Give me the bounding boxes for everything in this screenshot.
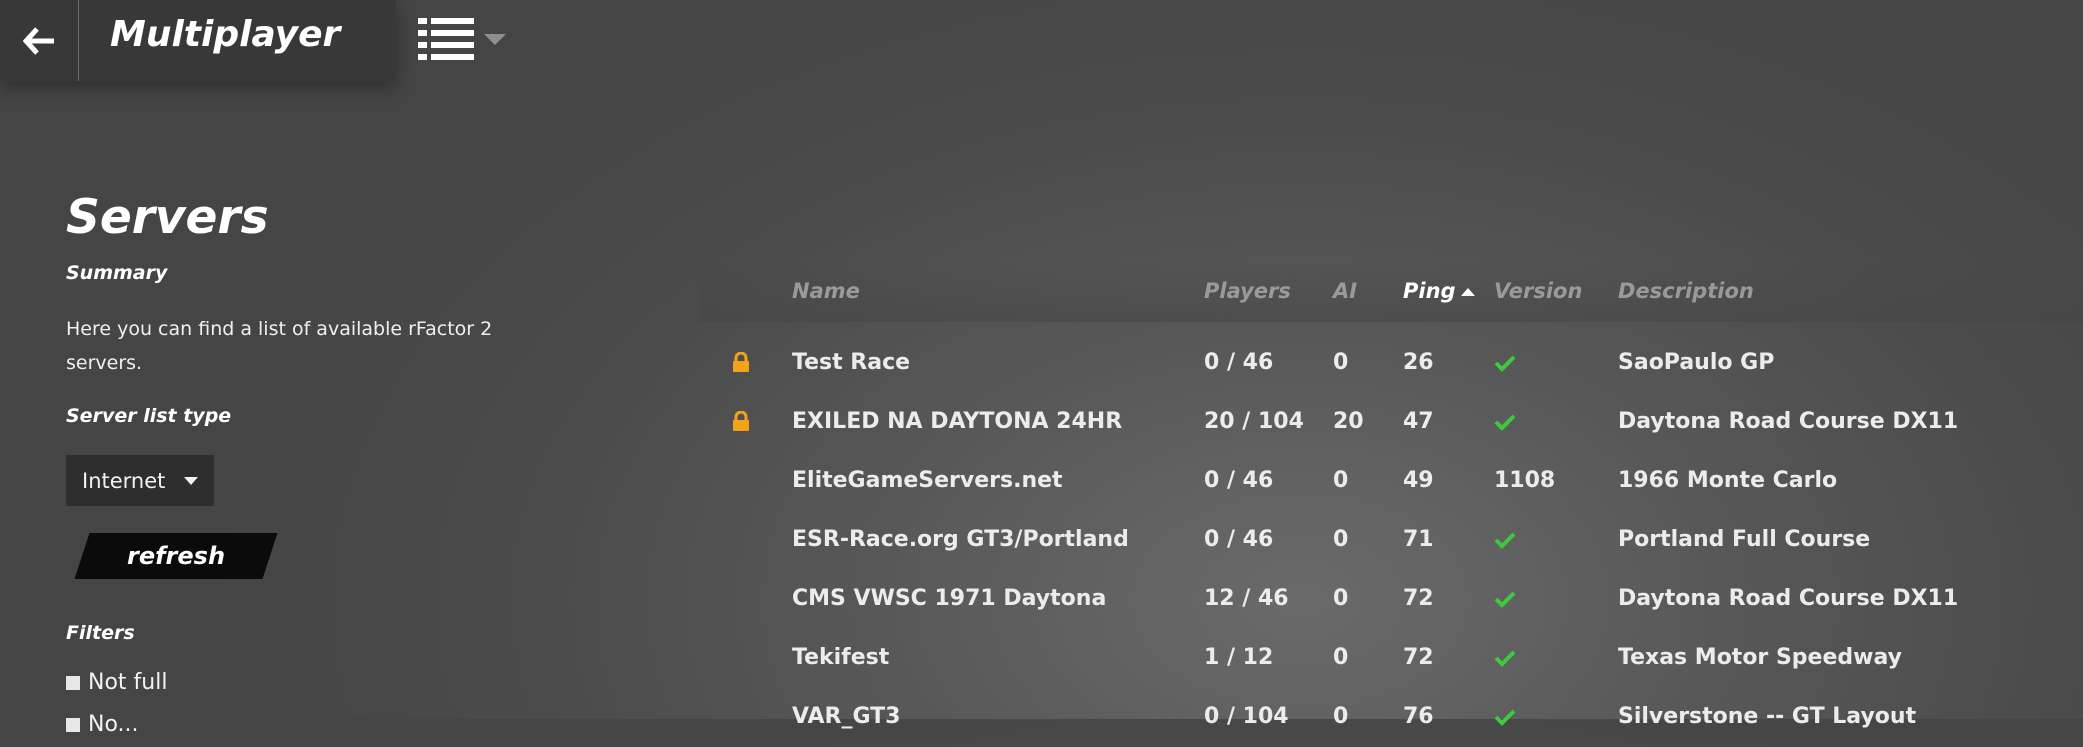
server-name: VAR_GT3 [792,704,901,729]
server-ai: 20 [1333,409,1364,434]
server-name: Test Race [792,350,911,375]
table-row[interactable]: Test Race 0 / 46 0 26 SaoPaulo GP [700,334,2083,393]
server-list-type-value: Internet [82,468,166,493]
column-header-version[interactable]: Version [1494,279,1582,303]
check-icon [1494,650,1516,667]
server-version: 1108 [1494,468,1556,493]
view-toggle-button[interactable] [418,18,510,60]
refresh-button[interactable]: refresh [74,533,278,579]
check-icon [1494,532,1516,549]
check-icon [1494,591,1516,608]
column-header-ping[interactable]: Ping [1403,279,1475,303]
sort-ascending-icon [1460,288,1475,296]
server-description: Portland Full Course [1618,527,1871,552]
check-icon [1494,414,1516,431]
server-ping: 71 [1403,527,1434,552]
top-bar: Multiplayer [0,0,396,81]
column-header-ai[interactable]: AI [1333,279,1357,303]
server-description: SaoPaulo GP [1618,350,1775,375]
check-icon [1494,355,1516,372]
column-header-players[interactable]: Players [1204,279,1291,303]
summary-text: Here you can find a list of available rF… [66,318,493,374]
summary-label: Summary [66,262,168,284]
table-header [700,262,2083,322]
server-name: Tekifest [792,645,890,670]
server-players: 20 / 104 [1204,409,1304,434]
table-row[interactable]: EXILED NA DAYTONA 24HR 20 / 104 20 47 Dayton… [700,393,2083,452]
column-header-name[interactable]: Name [792,279,860,303]
table-row[interactable]: CMS VWSC 1971 Daytona 12 / 46 0 72 Daytona R… [700,570,2083,629]
back-button[interactable] [0,0,78,81]
server-ping: 47 [1403,409,1434,434]
filter-label: Not full [88,670,168,695]
server-ping: 49 [1403,468,1434,493]
server-ping: 72 [1403,645,1434,670]
table-row[interactable]: Tekifest 1 / 12 0 72 Texas Motor Speedway [700,629,2083,688]
lock-icon [733,352,749,372]
check-icon [1494,709,1516,726]
server-list-type-label: Server list type [66,405,232,427]
server-name: CMS VWSC 1971 Daytona [792,586,1107,611]
server-list-type-select[interactable]: Internet [66,455,214,506]
server-players: 0 / 46 [1204,468,1274,493]
table-row[interactable]: EliteGameServers.net 0 / 46 0 49 1108 1966 Mo… [700,452,2083,511]
server-ping: 26 [1403,350,1434,375]
server-ping: 72 [1403,586,1434,611]
checkbox[interactable] [66,675,80,690]
filter-not-full[interactable]: Not full [66,670,167,695]
filter-second[interactable]: No... [66,712,139,737]
server-ai: 0 [1333,645,1349,670]
table-row[interactable]: VAR_GT3 0 / 104 0 76 Silverstone -- GT Layou… [700,688,2083,747]
server-players: 12 / 46 [1204,586,1289,611]
column-header-ping-label: Ping [1403,279,1456,303]
server-ai: 0 [1333,350,1349,375]
server-description: Texas Motor Speedway [1618,645,1902,670]
server-name: EXILED NA DAYTONA 24HR [792,409,1123,434]
filters-label: Filters [66,622,135,644]
arrow-left-icon [23,26,54,55]
server-name: ESR-Race.org GT3/Portland [792,527,1129,552]
filter-label: No... [88,712,139,737]
server-ai: 0 [1333,527,1349,552]
chevron-down-icon [184,477,198,485]
server-description: Silverstone -- GT Layout [1618,704,1917,729]
server-players: 0 / 46 [1204,350,1274,375]
checkbox[interactable] [66,717,80,732]
server-players: 0 / 104 [1204,704,1289,729]
server-ai: 0 [1333,468,1349,493]
chevron-down-icon [484,33,506,45]
section-title: Servers [66,190,269,245]
column-header-description[interactable]: Description [1618,279,1754,303]
table-row[interactable]: ESR-Race.org GT3/Portland 0 / 46 0 71 Portla… [700,511,2083,570]
server-players: 1 / 12 [1204,645,1274,670]
server-description: 1966 Monte Carlo [1618,468,1838,493]
server-players: 0 / 46 [1204,527,1274,552]
server-ai: 0 [1333,586,1349,611]
server-ai: 0 [1333,704,1349,729]
server-ping: 76 [1403,704,1434,729]
server-description: Daytona Road Course DX11 [1618,586,1959,611]
list-view-icon [418,18,474,60]
server-description: Daytona Road Course DX11 [1618,409,1959,434]
refresh-label: refresh [126,542,226,570]
page-title: Multiplayer [110,14,341,55]
divider [78,0,79,81]
lock-icon [733,411,749,431]
server-name: EliteGameServers.net [792,468,1063,493]
